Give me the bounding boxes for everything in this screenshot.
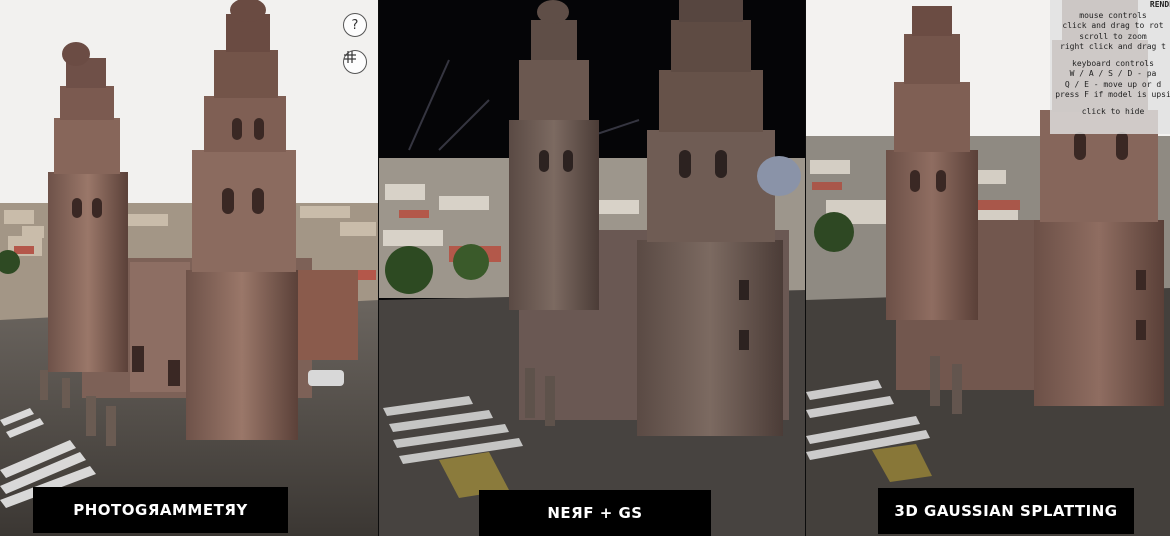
keyboard-control-line: W / A / S / D - pa	[1069, 69, 1157, 78]
comparison-stage: ? PHOTOGЯAMMETЯY NEЯF + GS REND mouse co…	[0, 0, 1170, 536]
panel-nerf-gs[interactable]: NEЯF + GS	[379, 0, 806, 536]
mouse-controls-heading: mouse controls	[1079, 10, 1147, 20]
help-button[interactable]: ?	[343, 13, 367, 37]
caption-photogrammetry: PHOTOGЯAMMETЯY	[33, 487, 288, 533]
mouse-control-line: right click and drag t	[1060, 42, 1166, 51]
grid-icon	[344, 51, 356, 63]
caption-nerf-gs: NEЯF + GS	[479, 490, 711, 536]
caption-gaussian-splatting: 3D GAUSSIAN SPLATTING	[878, 488, 1134, 534]
controls-overlay[interactable]: RENDE mouse controls click and drag to r…	[1050, 0, 1170, 134]
keyboard-controls-heading: keyboard controls	[1072, 58, 1154, 68]
mouse-control-line: click and drag to rot	[1062, 21, 1164, 30]
keyboard-control-line: Q / E - move up or d	[1064, 79, 1162, 89]
question-icon: ?	[351, 17, 359, 33]
panel-photogrammetry[interactable]: ? PHOTOGЯAMMETЯY	[0, 0, 379, 536]
photogrammetry-render	[0, 0, 379, 536]
keyboard-control-line: press F if model is upsi	[1055, 90, 1170, 99]
hide-controls-link[interactable]: click to hide	[1050, 107, 1170, 118]
controls-title: RENDE	[1149, 0, 1170, 9]
panel-gaussian-splatting[interactable]: RENDE mouse controls click and drag to r…	[806, 0, 1170, 536]
nerf-gs-render	[379, 0, 806, 536]
mouse-control-line: scroll to zoom	[1079, 31, 1147, 41]
grid-toggle-button[interactable]	[343, 50, 367, 74]
